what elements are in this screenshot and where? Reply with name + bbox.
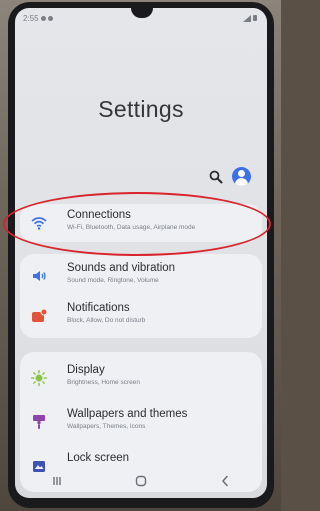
settings-item-label: Wallpapers and themes — [67, 408, 188, 420]
navigation-bar — [15, 470, 267, 492]
account-avatar-icon[interactable] — [232, 167, 251, 186]
settings-card-connections: Connections Wi-Fi, Bluetooth, Data usage… — [20, 204, 262, 242]
wifi-icon — [31, 217, 47, 230]
home-icon[interactable] — [126, 473, 156, 489]
settings-item-wallpapers[interactable]: Wallpapers and themes Wallpapers, Themes… — [20, 404, 262, 440]
battery-icon — [253, 15, 257, 21]
settings-item-subtitle: Block, Allow, Do not disturb — [67, 317, 146, 324]
notification-dot-icon — [47, 15, 53, 21]
settings-item-display[interactable]: Display Brightness, Home screen — [20, 360, 262, 396]
back-icon[interactable] — [210, 473, 240, 489]
notification-icon — [32, 308, 47, 322]
search-icon[interactable] — [209, 170, 223, 184]
settings-item-label: Notifications — [67, 302, 130, 314]
settings-item-label: Connections — [67, 209, 131, 221]
settings-item-notifications[interactable]: Notifications Block, Allow, Do not distu… — [20, 298, 262, 334]
settings-item-label: Sounds and vibration — [67, 262, 176, 274]
settings-item-subtitle: Wi-Fi, Bluetooth, Data usage, Airplane m… — [67, 224, 196, 231]
settings-item-subtitle: Wallpapers, Themes, Icons — [67, 423, 146, 430]
settings-item-sounds[interactable]: Sounds and vibration Sound mode, Rington… — [20, 258, 262, 294]
recent-apps-icon[interactable] — [42, 473, 72, 489]
settings-item-label: Display — [67, 364, 105, 376]
status-time: 2:55 — [23, 13, 39, 23]
settings-card-sounds-notifications: Sounds and vibration Sound mode, Rington… — [20, 254, 262, 338]
settings-item-label: Lock screen — [67, 452, 130, 464]
page-title: Settings — [98, 96, 184, 122]
sun-icon — [31, 370, 47, 386]
status-bar: 2:55 — [23, 12, 257, 24]
speaker-icon — [33, 271, 46, 281]
phone-screen: 2:55 Settings Connections Wi-Fi, Bluetoo… — [15, 8, 267, 498]
settings-item-subtitle: Brightness, Home screen — [67, 379, 140, 386]
brush-icon — [33, 415, 45, 429]
signal-icon — [243, 14, 251, 22]
settings-item-connections[interactable]: Connections Wi-Fi, Bluetooth, Data usage… — [20, 205, 262, 241]
settings-item-subtitle: Sound mode, Ringtone, Volume — [67, 277, 159, 284]
notification-dot-icon — [40, 15, 46, 21]
